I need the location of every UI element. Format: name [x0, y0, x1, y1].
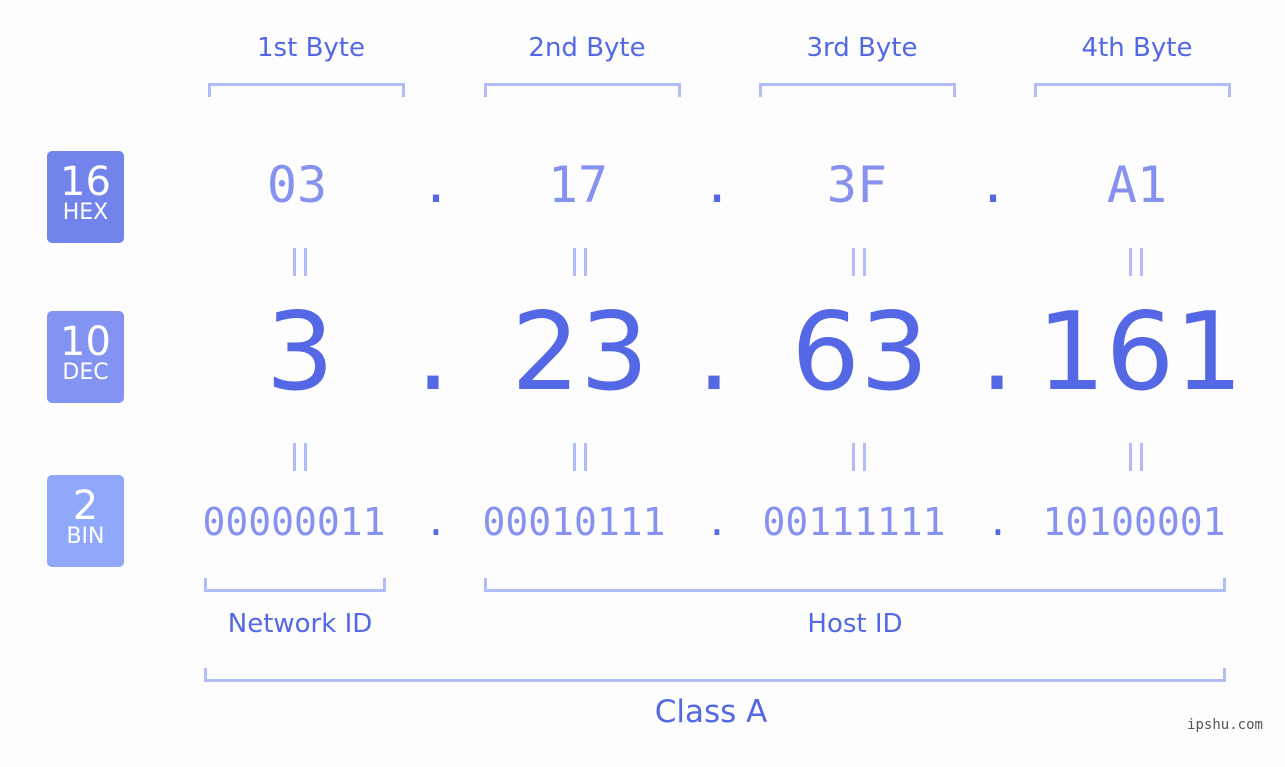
dec-separator-2: .: [696, 290, 732, 415]
dec-separator-1: .: [415, 290, 451, 415]
hex-value-4: A1: [1106, 156, 1168, 214]
bin-value-3: 00111111: [762, 500, 946, 544]
dec-badge: 10 DEC: [47, 311, 124, 403]
dec-separator-3: .: [979, 290, 1015, 415]
equals-icon: [573, 248, 587, 276]
bin-base: 2: [72, 483, 99, 529]
equals-icon: [293, 248, 307, 276]
byte-bracket-2: [484, 83, 681, 97]
bin-value-4: 10100001: [1042, 500, 1226, 544]
equals-icon: [1129, 248, 1143, 276]
dec-label: DEC: [62, 360, 109, 385]
hex-base: 16: [60, 159, 111, 205]
hex-separator-1: .: [420, 156, 452, 214]
class-bracket: [204, 668, 1226, 682]
bin-value-2: 00010111: [482, 500, 666, 544]
byte-bracket-1: [208, 83, 405, 97]
byte-label-2: 2nd Byte: [528, 33, 646, 63]
hex-separator-3: .: [977, 156, 1009, 214]
dec-value-3: 63: [791, 290, 929, 415]
equals-icon: [573, 443, 587, 471]
equals-icon: [1129, 443, 1143, 471]
bin-badge: 2 BIN: [47, 475, 124, 567]
host-id-bracket: [484, 578, 1226, 592]
bin-separator-2: .: [705, 500, 729, 544]
hex-value-3: 3F: [826, 156, 888, 214]
hex-badge: 16 HEX: [47, 151, 124, 243]
bin-separator-3: .: [986, 500, 1010, 544]
equals-icon: [852, 443, 866, 471]
dec-value-4: 161: [1036, 290, 1244, 415]
dec-value-1: 3: [265, 290, 335, 415]
watermark: ipshu.com: [1187, 717, 1263, 733]
dec-value-2: 23: [511, 290, 649, 415]
bin-separator-1: .: [424, 500, 448, 544]
hex-value-2: 17: [547, 156, 609, 214]
network-id-label: Network ID: [227, 609, 373, 639]
byte-bracket-4: [1034, 83, 1231, 97]
host-id-label: Host ID: [807, 609, 903, 639]
byte-label-1: 1st Byte: [257, 33, 365, 63]
byte-bracket-3: [759, 83, 956, 97]
byte-label-3: 3rd Byte: [806, 33, 918, 63]
hex-separator-2: .: [701, 156, 733, 214]
hex-value-1: 03: [266, 156, 328, 214]
byte-label-4: 4th Byte: [1081, 33, 1193, 63]
network-id-bracket: [204, 578, 386, 592]
bin-value-1: 00000011: [202, 500, 386, 544]
bin-label: BIN: [66, 524, 105, 549]
dec-base: 10: [60, 319, 111, 365]
hex-label: HEX: [62, 200, 109, 225]
class-label: Class A: [654, 694, 768, 730]
equals-icon: [293, 443, 307, 471]
equals-icon: [852, 248, 866, 276]
